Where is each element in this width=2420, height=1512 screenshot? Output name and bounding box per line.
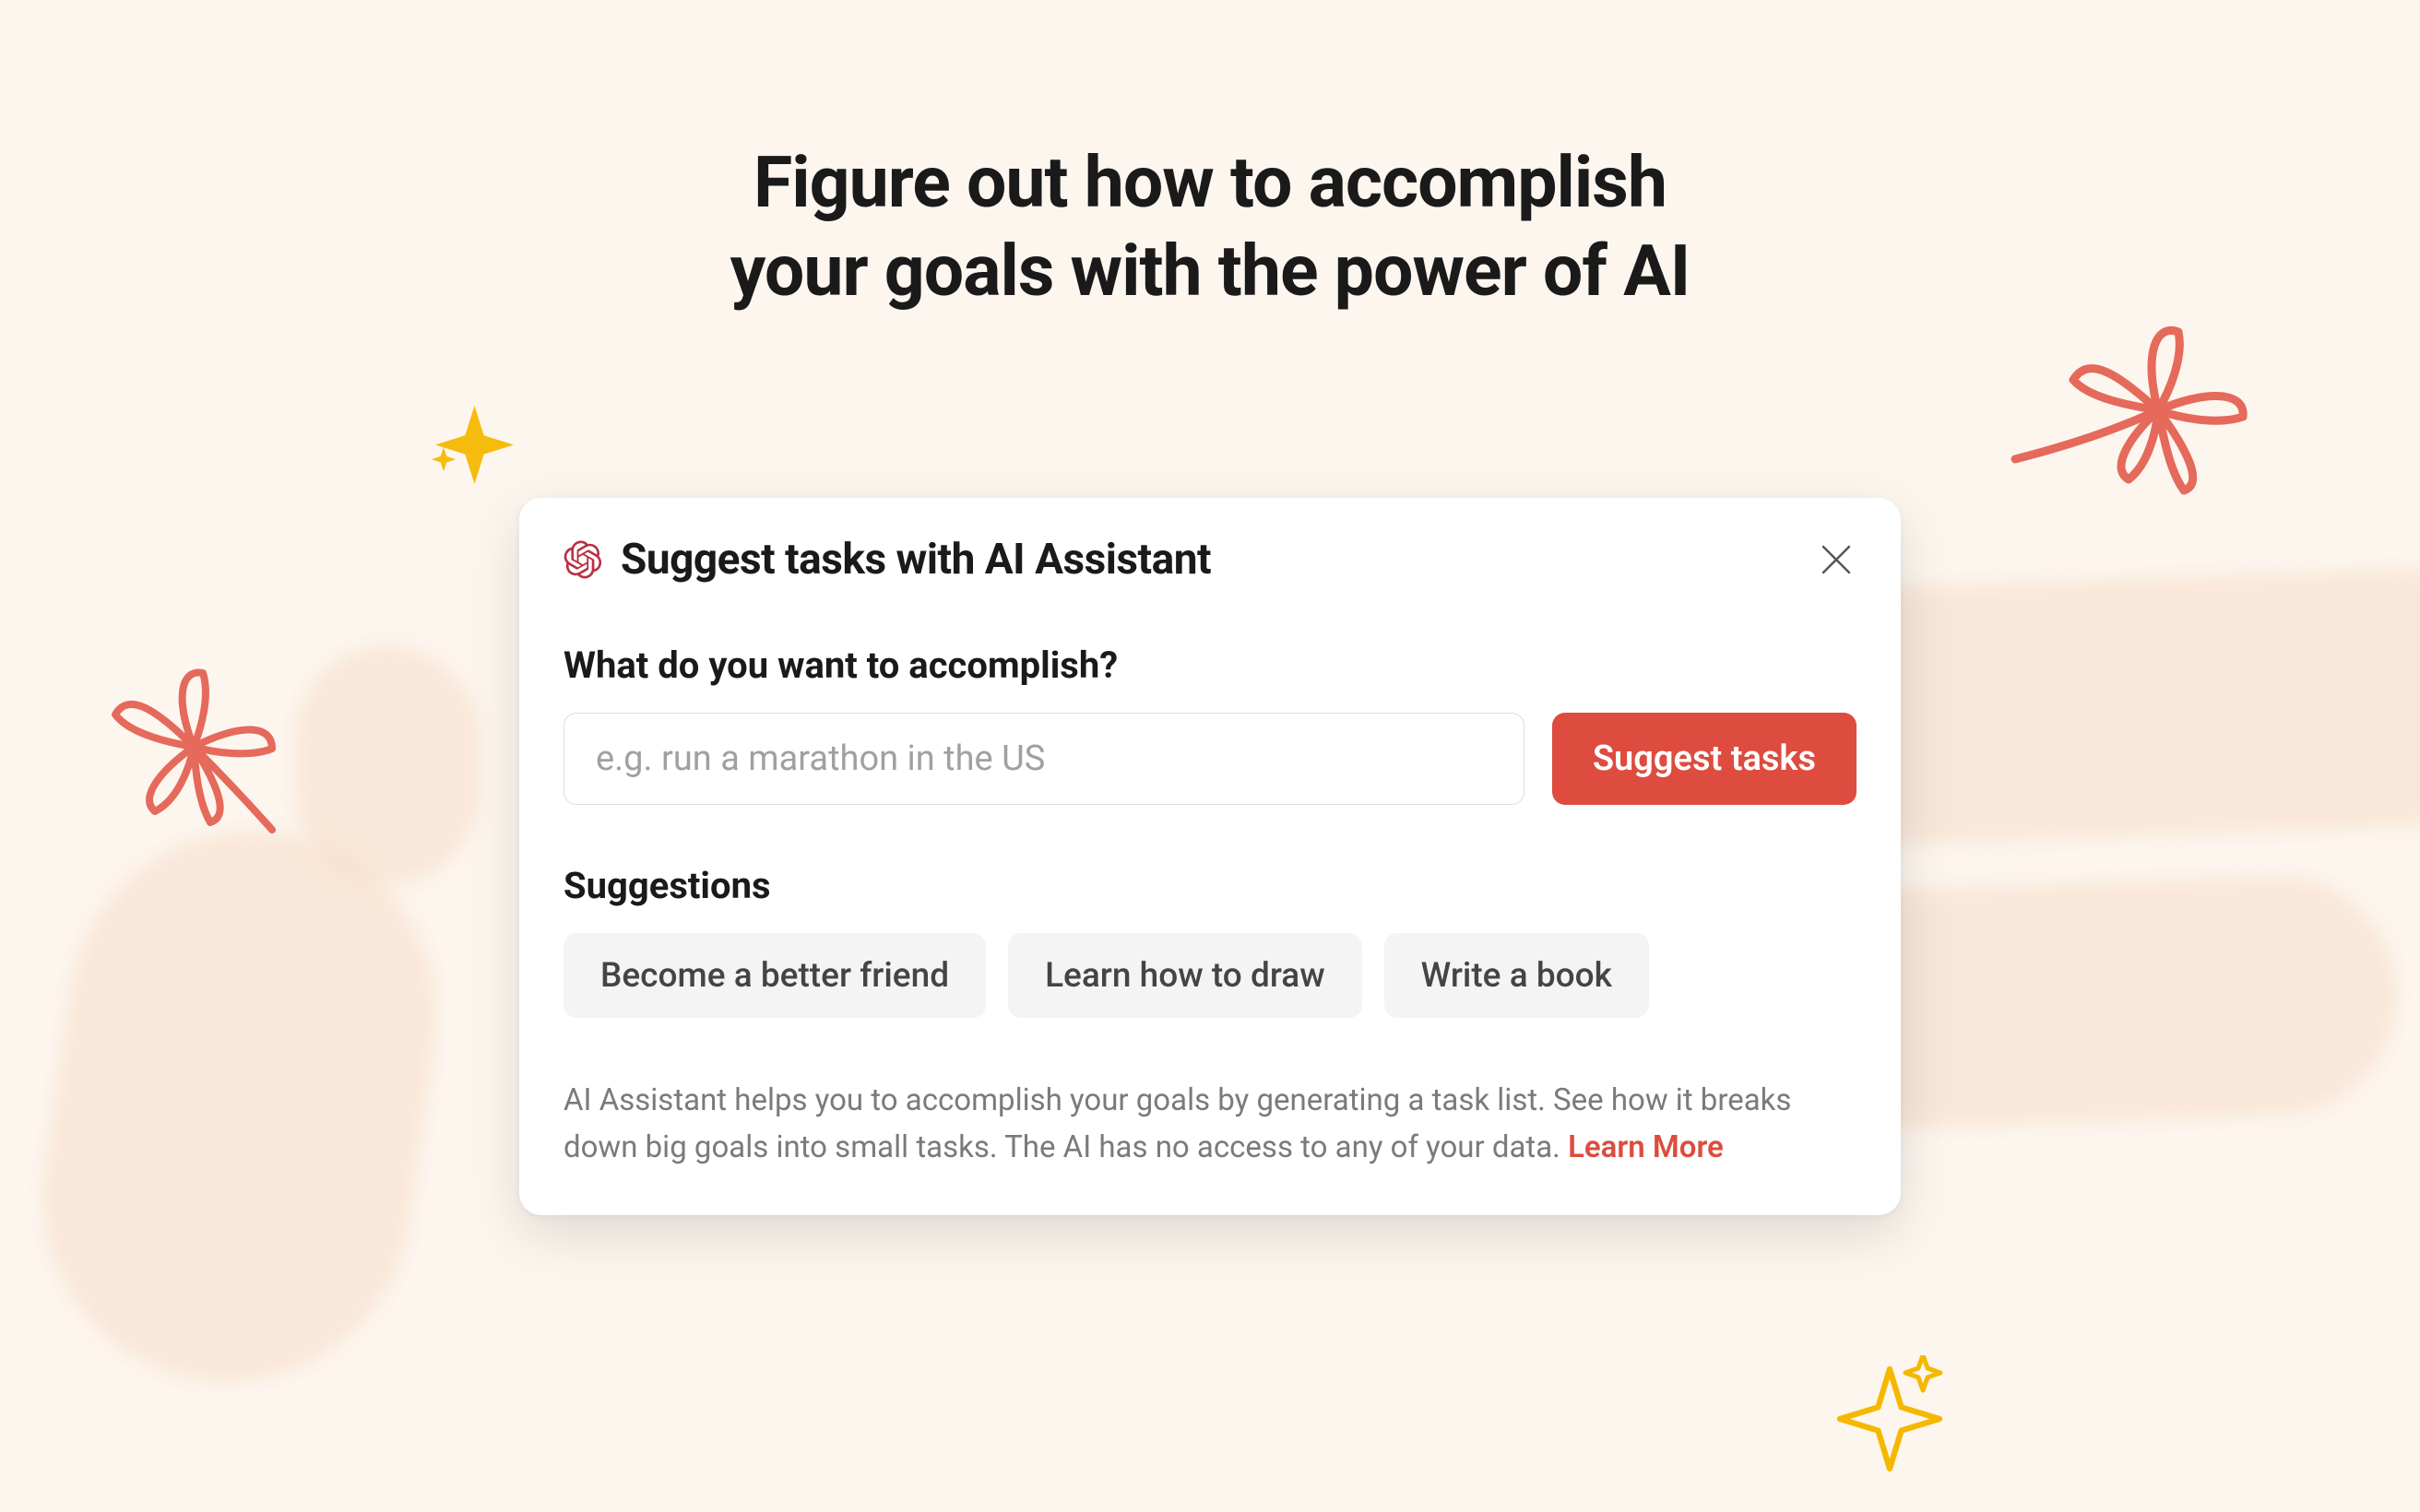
openai-icon [563, 540, 602, 579]
flower-icon [92, 645, 295, 852]
background-blob [295, 645, 480, 885]
modal-title-group: Suggest tasks with AI Assistant [563, 535, 1211, 585]
sparkle-icon [1835, 1355, 1946, 1488]
sparkle-icon [424, 406, 516, 538]
flower-icon [2011, 304, 2287, 529]
suggestions-row: Become a better friend Learn how to draw… [563, 933, 1857, 1018]
footer-text: AI Assistant helps you to accomplish you… [563, 1077, 1836, 1171]
modal-header: Suggest tasks with AI Assistant [563, 535, 1857, 585]
hero-heading: Figure out how to accomplish your goals … [0, 138, 2420, 316]
ai-assistant-modal: Suggest tasks with AI Assistant What do … [519, 498, 1901, 1215]
input-row: Suggest tasks [563, 713, 1857, 805]
suggestion-chip[interactable]: Write a book [1384, 933, 1649, 1018]
modal-title: Suggest tasks with AI Assistant [621, 535, 1211, 585]
suggestion-chip[interactable]: Learn how to draw [1008, 933, 1362, 1018]
goal-input[interactable] [563, 713, 1524, 805]
hero-heading-line-2: your goals with the power of AI [730, 230, 1690, 313]
hero-heading-line-1: Figure out how to accomplish [753, 141, 1667, 224]
suggest-tasks-button[interactable]: Suggest tasks [1552, 713, 1857, 805]
close-button[interactable] [1816, 539, 1857, 580]
suggestions-label: Suggestions [563, 864, 1857, 907]
close-icon [1819, 542, 1854, 577]
background-blob [18, 807, 461, 1406]
suggestion-chip[interactable]: Become a better friend [563, 933, 986, 1018]
prompt-label: What do you want to accomplish? [563, 644, 1857, 687]
learn-more-link[interactable]: Learn More [1568, 1129, 1724, 1165]
